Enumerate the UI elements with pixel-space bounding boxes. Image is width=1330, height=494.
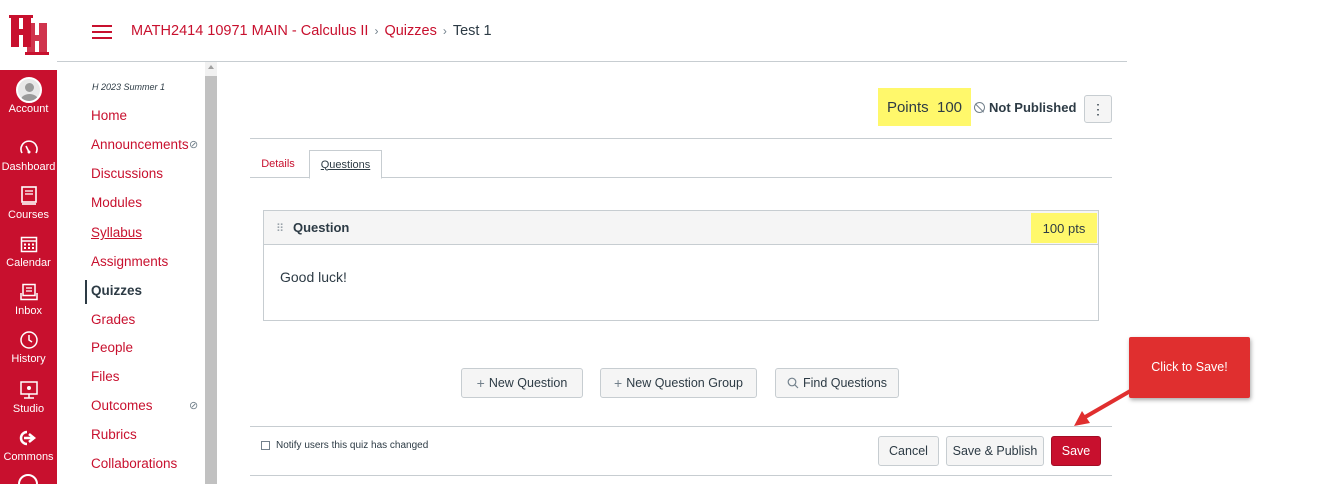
gnav-history[interactable]: History [0,328,57,376]
save-callout: Click to Save! [1129,337,1250,398]
hamburger-menu-icon[interactable] [92,25,112,39]
course-nav-grades[interactable]: Grades [91,312,135,327]
gnav-studio[interactable]: Studio [0,378,57,426]
cancel-button[interactable]: Cancel [878,436,939,466]
drag-handle-icon[interactable]: ⠿ [276,222,284,235]
clock-icon [19,331,38,349]
breadcrumb: MATH2414 10971 MAIN - Calculus II › Quizze… [131,23,492,39]
course-nav-syllabus[interactable]: Syllabus [91,225,142,240]
question-header: ⠿ Question 100 pts [264,211,1098,245]
course-nav-discussions[interactable]: Discussions [91,166,163,181]
hidden-eye-icon: ⊘ [189,139,199,151]
uh-logo-icon [8,15,49,55]
quiz-tabs: Details Questions [250,150,1112,179]
course-nav-files[interactable]: Files [91,369,120,384]
scroll-up-arrow-icon[interactable] [208,65,214,69]
tab-questions[interactable]: Questions [309,150,382,179]
calendar-icon [20,236,37,253]
page-header: MATH2414 10971 MAIN - Calculus II › Quizze… [57,0,1127,62]
question-text: Good luck! [280,269,347,285]
gnav-courses[interactable]: Courses [0,184,57,232]
course-nav-quizzes[interactable]: Quizzes [85,280,142,304]
studio-icon [19,381,38,399]
help-icon[interactable] [18,474,38,494]
chevron-right-icon: › [374,24,379,38]
inbox-icon [19,283,38,301]
new-question-group-button[interactable]: + New Question Group [600,368,757,398]
divider [250,138,1112,139]
course-nav-home[interactable]: Home [91,108,127,123]
course-nav-scrollbar[interactable] [205,62,217,484]
course-nav: H 2023 Summer 1 Home Announcements ⊘ Dis… [57,62,207,484]
divider [250,426,1112,427]
uh-logo[interactable] [0,0,57,70]
gnav-label: Inbox [15,305,42,317]
gnav-label: Courses [8,209,49,221]
find-questions-label: Find Questions [802,376,888,390]
courses-book-icon [20,186,37,205]
global-nav: Account Dashboard Courses Calendar Inbox… [0,0,57,494]
search-icon [787,377,799,389]
gnav-label: Calendar [6,257,51,269]
account-avatar-icon [15,77,42,103]
scroll-thumb[interactable] [205,76,217,484]
new-question-label: New Question [488,376,568,390]
notify-label: Notify users this quiz has changed [276,440,429,451]
question-points: 100 pts [1031,213,1097,243]
course-nav-assignments[interactable]: Assignments [91,254,168,269]
callout-arrow-icon [1074,388,1133,426]
gnav-calendar[interactable]: Calendar [0,232,57,280]
hidden-eye-icon: ⊘ [189,400,199,412]
notify-checkbox[interactable] [261,441,270,450]
gnav-account[interactable]: Account [0,77,57,126]
course-nav-announcements[interactable]: Announcements [91,137,189,152]
points-label: Points [886,98,929,116]
new-question-button[interactable]: + New Question [461,368,583,398]
course-nav-outcomes[interactable]: Outcomes [91,398,153,413]
gnav-label: History [11,353,46,365]
gnav-label: Account [8,103,49,115]
plus-icon: + [614,375,623,391]
gnav-inbox[interactable]: Inbox [0,280,57,328]
new-question-group-label: New Question Group [626,376,743,390]
unpublished-circle-icon [974,102,985,113]
chevron-right-icon: › [442,24,447,38]
breadcrumb-quizzes[interactable]: Quizzes [384,23,436,39]
tab-details[interactable]: Details [254,150,302,178]
course-nav-people[interactable]: People [91,340,133,355]
gnav-dashboard[interactable]: Dashboard [0,136,57,184]
more-options-button[interactable]: ⋮ [1084,95,1112,123]
publish-status-text: Not Published [989,100,1077,115]
course-nav-modules[interactable]: Modules [91,195,142,210]
notify-users-option[interactable]: Notify users this quiz has changed [261,440,428,451]
course-term: H 2023 Summer 1 [92,82,166,92]
gnav-label: Studio [12,403,45,415]
points-value: 100 [937,98,963,116]
course-nav-rubrics[interactable]: Rubrics [91,427,137,442]
find-questions-button[interactable]: Find Questions [775,368,899,398]
quiz-points: Points 100 [878,88,971,126]
course-nav-collaborations[interactable]: Collaborations [91,456,177,471]
save-publish-button[interactable]: Save & Publish [946,436,1044,466]
gnav-label: Commons [3,451,54,463]
commons-icon [19,430,36,446]
quiz-editor: Points 100 Not Published ⋮ Details Quest… [250,62,1112,484]
question-card: ⠿ Question 100 pts Good luck! [263,210,1099,321]
gnav-commons[interactable]: Commons [0,426,57,474]
question-title: Question [293,220,350,235]
breadcrumb-course[interactable]: MATH2414 10971 MAIN - Calculus II [131,23,368,39]
publish-status: Not Published [974,100,1076,115]
gnav-label: Dashboard [1,161,56,173]
divider [250,475,1112,476]
plus-icon: + [476,375,485,391]
dashboard-gauge-icon [19,140,38,154]
save-button[interactable]: Save [1051,436,1101,466]
breadcrumb-current: Test 1 [452,23,492,39]
